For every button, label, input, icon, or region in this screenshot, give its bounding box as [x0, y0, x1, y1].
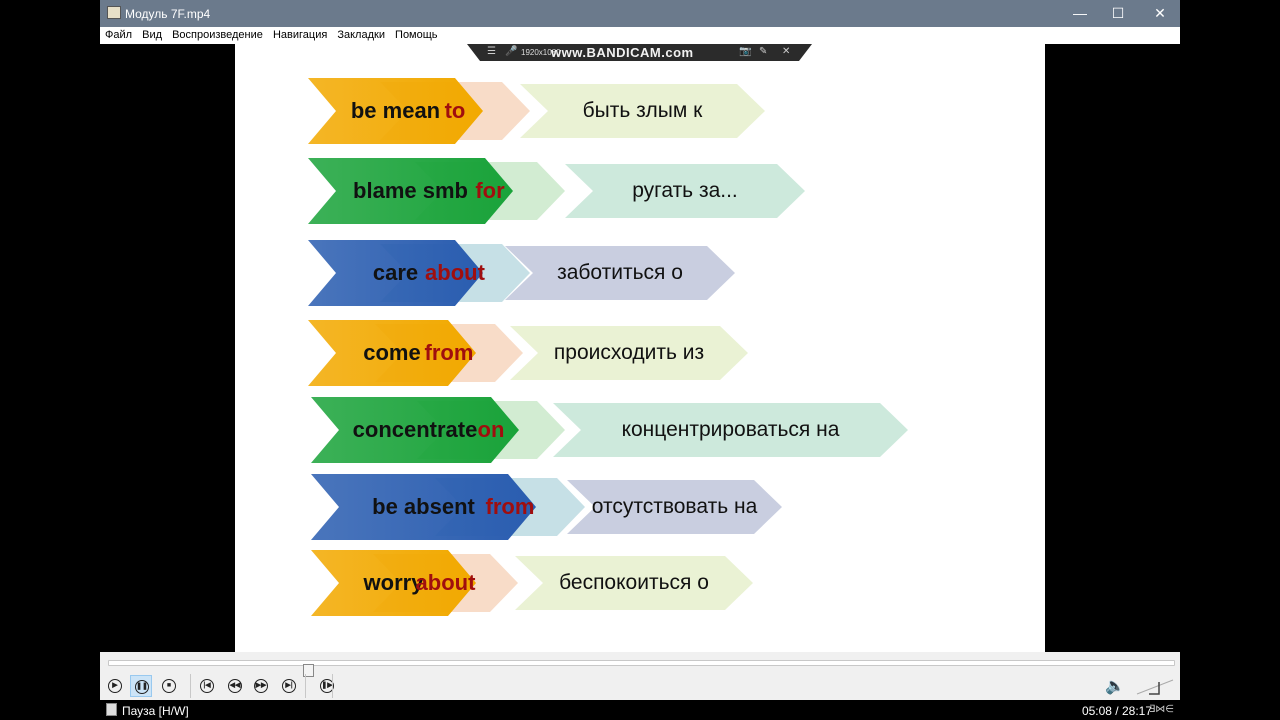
pause-button[interactable]: ❚❚: [130, 675, 152, 697]
preposition-label: to: [444, 98, 466, 123]
bandicam-watermark: www.BANDICAM.com: [551, 45, 694, 60]
preposition-label: from: [485, 494, 535, 519]
play-button[interactable]: ▶: [104, 675, 126, 697]
preposition-label: from: [424, 340, 474, 365]
app-icon: [107, 6, 121, 19]
translation-label: быть злым к: [582, 99, 703, 122]
bandicam-overlay: ☰ 🎤 1920x1080 www.BANDICAM.com 📷 ✎ ✕: [467, 44, 812, 61]
menu-view[interactable]: Вид: [142, 27, 162, 44]
title-bar[interactable]: Модуль 7F.mp4 — ☐ ✕: [100, 0, 1180, 27]
mic-icon[interactable]: 🎤: [505, 46, 517, 57]
file-icon: [106, 703, 117, 716]
translation-label: ругать за...: [632, 179, 738, 202]
maximize-button[interactable]: ☐: [1098, 0, 1138, 27]
pause-icon: ❚❚: [135, 680, 149, 694]
previous-icon: |◀: [200, 679, 214, 693]
media-player-window: Модуль 7F.mp4 — ☐ ✕ Файл Вид Воспроизвед…: [100, 0, 1180, 720]
volume-icon[interactable]: 🔈: [1105, 676, 1125, 696]
close-button[interactable]: ✕: [1140, 0, 1180, 27]
rewind-icon: ◀◀: [228, 679, 242, 693]
preposition-label: on: [477, 417, 505, 442]
status-bar: Пауза [H/W] 05:08 / 28:17 ∃⋈∈: [100, 700, 1180, 720]
separator: [305, 674, 306, 698]
volume-slider[interactable]: [1135, 674, 1175, 698]
play-icon: ▶: [108, 679, 122, 693]
rewind-button[interactable]: ◀◀: [224, 675, 246, 697]
separator: [190, 674, 191, 698]
slide: be mean to быть злым к blame smb for ругать з…: [235, 44, 1045, 652]
previous-button[interactable]: |◀: [196, 675, 218, 697]
translation-label: беспокоиться о: [559, 571, 709, 594]
time-readout: 05:08 / 28:17: [1081, 704, 1152, 718]
menu-playback[interactable]: Воспроизведение: [172, 27, 263, 44]
translation-label: концентрироваться на: [621, 418, 840, 441]
separator: [332, 674, 333, 698]
seek-bar[interactable]: [108, 660, 1175, 677]
pencil-icon[interactable]: ✎: [759, 46, 767, 57]
translation-label: отсутствовать на: [591, 495, 758, 518]
forward-icon: ▶▶: [254, 679, 268, 693]
menu-bookmarks[interactable]: Закладки: [337, 27, 385, 44]
next-icon: ▶|: [282, 679, 296, 693]
menu-navigation[interactable]: Навигация: [273, 27, 327, 44]
forward-button[interactable]: ▶▶: [250, 675, 272, 697]
menu-icon[interactable]: ☰: [487, 46, 496, 57]
close-icon[interactable]: ✕: [782, 46, 790, 57]
stop-icon: ■: [162, 679, 176, 693]
menu-help[interactable]: Помощь: [395, 27, 438, 44]
stop-button[interactable]: ■: [158, 675, 180, 697]
menu-bar: Файл Вид Воспроизведение Навигация Закла…: [100, 27, 1180, 44]
video-area[interactable]: be mean to быть злым к blame smb for ругать з…: [100, 44, 1180, 652]
playback-state: Пауза [H/W]: [122, 704, 189, 718]
menu-file[interactable]: Файл: [105, 27, 132, 44]
translation-label: происходить из: [553, 341, 705, 364]
next-button[interactable]: ▶|: [278, 675, 300, 697]
camera-icon[interactable]: 📷: [739, 46, 751, 57]
window-title: Модуль 7F.mp4: [125, 7, 211, 21]
translation-label: заботиться о: [557, 261, 683, 284]
player-controls: ▶ ❚❚ ■ |◀ ◀◀ ▶▶ ▶| ❚▶ 🔈: [100, 652, 1180, 700]
preposition-label: for: [475, 178, 505, 203]
frame-step-button[interactable]: ❚▶: [316, 675, 338, 697]
minimize-button[interactable]: —: [1060, 0, 1100, 27]
preposition-label: about: [425, 260, 485, 285]
hw-badge: ∃⋈∈: [1148, 704, 1174, 715]
preposition-label: about: [415, 570, 476, 595]
